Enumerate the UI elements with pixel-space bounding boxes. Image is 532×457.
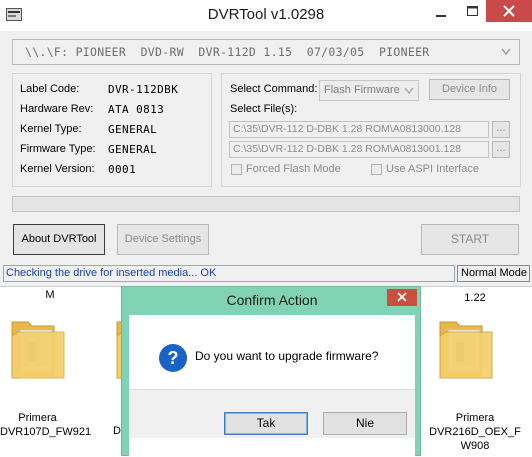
dvrtool-window: DVRTool v1.0298 \\.\F: PIONEER DVD-RW DV…	[0, 0, 532, 287]
about-button[interactable]: About DVRTool	[13, 224, 105, 255]
device-string: \\.\F: PIONEER DVD-RW DVR-112D 1.15 07/0…	[25, 45, 430, 59]
title-bar[interactable]: DVRTool v1.0298	[0, 0, 532, 31]
svg-text:?: ?	[168, 348, 179, 368]
folder-icon[interactable]	[10, 316, 66, 382]
hardware-rev-value: ATA 0813	[108, 103, 165, 116]
close-button[interactable]	[486, 0, 532, 22]
kernel-type-label: Kernel Type:	[20, 123, 82, 135]
folder-label[interactable]: Primera DVR107D_FW921	[0, 411, 91, 439]
device-selector[interactable]: \\.\F: PIONEER DVD-RW DVR-112D 1.15 07/0…	[12, 39, 520, 65]
browse-file-1-button[interactable]: ...	[492, 121, 510, 138]
question-icon: ?	[158, 343, 188, 373]
progress-bar	[12, 196, 520, 212]
firmware-type-value: GENERAL	[108, 143, 158, 156]
hardware-rev-label: Hardware Rev:	[20, 103, 94, 115]
dialog-title: Confirm Action	[226, 292, 318, 308]
maximize-button[interactable]	[458, 0, 488, 22]
select-files-label: Select File(s):	[230, 103, 298, 115]
use-aspi-checkbox[interactable]	[371, 164, 382, 175]
forced-flash-checkbox[interactable]	[231, 164, 242, 175]
no-button[interactable]: Nie	[323, 412, 407, 435]
command-select[interactable]: Flash Firmware	[319, 80, 419, 101]
firmware-type-label: Firmware Type:	[20, 143, 96, 155]
select-command-label: Select Command:	[230, 83, 318, 95]
label-code-label: Label Code:	[20, 83, 80, 95]
kernel-version-label: Kernel Version:	[20, 163, 95, 175]
chevron-down-icon	[501, 48, 511, 56]
forced-flash-label: Forced Flash Mode	[246, 163, 341, 175]
desktop-label-fragment: 1.22	[464, 292, 486, 304]
start-button[interactable]: START	[421, 224, 519, 255]
dialog-close-button[interactable]	[387, 289, 417, 306]
minimize-button[interactable]	[426, 0, 456, 22]
use-aspi-label: Use ASPI Interface	[386, 163, 479, 175]
close-icon	[503, 5, 515, 17]
dialog-message: Do you want to upgrade firmware?	[195, 349, 379, 363]
kernel-type-value: GENERAL	[108, 123, 158, 136]
firmware-file-1-field[interactable]: C:\35\DVR-112 D-DBK 1.28 ROM\A0813000.12…	[229, 121, 489, 138]
command-select-value: Flash Firmware	[324, 84, 400, 96]
folder-label[interactable]: Primera DVR216D_OEX_F W908	[425, 411, 525, 453]
yes-button[interactable]: Tak	[224, 412, 308, 435]
desktop-label-fragment: M	[45, 289, 55, 301]
status-message: Checking the drive for inserted media...…	[3, 265, 455, 282]
mode-indicator: Normal Mode	[457, 265, 530, 282]
folder-icon[interactable]	[438, 316, 494, 382]
chevron-down-icon	[404, 87, 414, 95]
firmware-file-2-field[interactable]: C:\35\DVR-112 D-DBK 1.28 ROM\A0813001.12…	[229, 141, 489, 158]
confirm-dialog: Confirm Action ? Do you want to upgrade …	[121, 286, 421, 457]
browse-file-2-button[interactable]: ...	[492, 141, 510, 158]
kernel-version-value: 0001	[108, 163, 137, 176]
close-icon	[397, 292, 407, 302]
device-settings-button[interactable]: Device Settings	[117, 224, 209, 255]
device-info-button[interactable]: Device Info	[429, 79, 510, 100]
label-code-value: DVR-112DBK	[108, 83, 179, 96]
